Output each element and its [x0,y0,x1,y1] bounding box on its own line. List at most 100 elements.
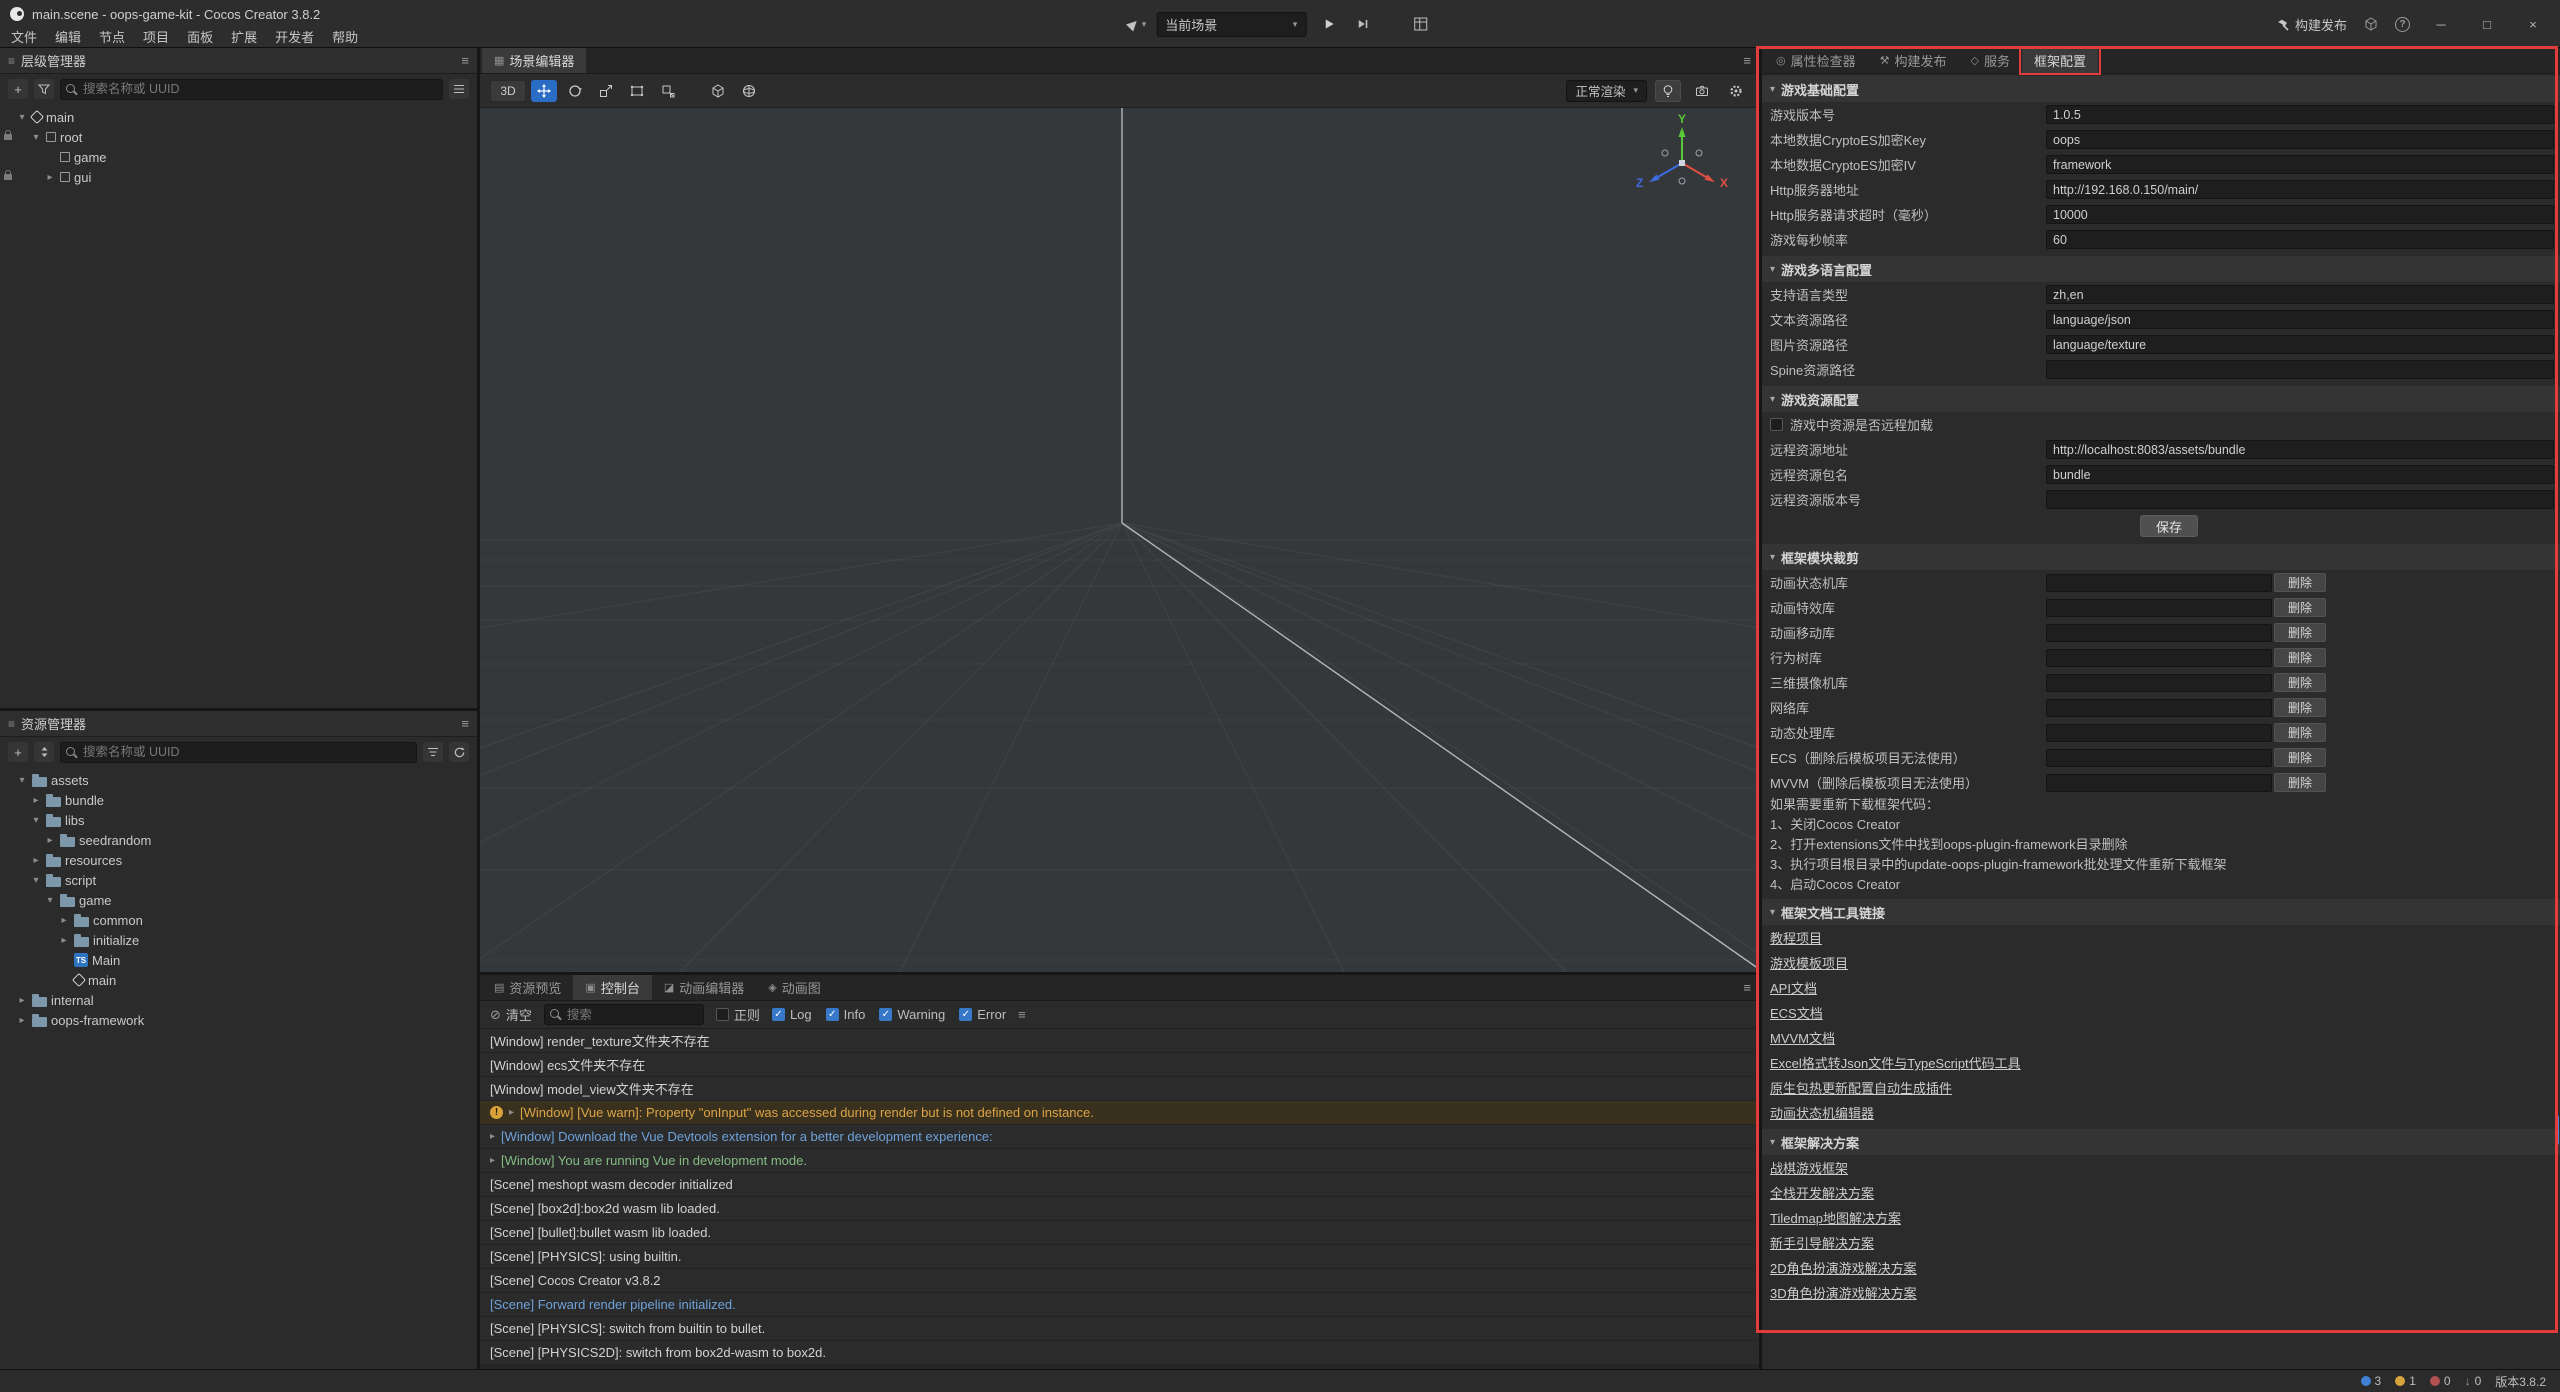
expand-icon[interactable]: ▸ [490,1131,495,1142]
tree-row[interactable]: ▸bundle [0,790,477,810]
menu-item[interactable]: 扩展 [222,25,266,47]
tab[interactable]: ◪动画编辑器 [652,975,756,1000]
log-row[interactable]: [Scene] Forward render pipeline initiali… [480,1293,1759,1317]
tree-row[interactable]: ▸initialize [0,930,477,950]
doc-link[interactable]: 原生包热更新配置自动生成插件 [1762,1075,2560,1100]
close-button[interactable]: × [2518,17,2548,32]
filter-list-icon[interactable] [423,742,443,762]
sort-icon[interactable] [34,742,54,762]
config-input[interactable]: language/json [2046,310,2554,329]
delete-button[interactable]: 删除 [2274,673,2326,692]
warning-count-badge[interactable]: 1 [2395,1374,2416,1388]
tree-row[interactable]: ▾assets [0,770,477,790]
doc-link[interactable]: 全栈开发解决方案 [1762,1180,2560,1205]
log-row[interactable]: [Window] ecs文件夹不存在 [480,1053,1759,1077]
log-row[interactable]: ▸[Window] You are running Vue in develop… [480,1149,1759,1173]
delete-button[interactable]: 删除 [2274,773,2326,792]
chevron-open-icon[interactable]: ▾ [16,775,28,786]
tree-row[interactable]: main [0,970,477,990]
refresh-icon[interactable] [449,742,469,762]
log-row[interactable]: ▸[Window] Download the Vue Devtools exte… [480,1125,1759,1149]
log-row[interactable]: ▸[Window] [Vue warn]: Property "onInput"… [480,1101,1759,1125]
tab[interactable]: ⚒构建发布 [1868,48,1959,73]
regex-toggle[interactable]: 正则 [716,1005,760,1024]
tab[interactable]: ◎属性检查器 [1764,48,1868,73]
log-filter-log[interactable]: ✓Log [772,1007,812,1022]
console-search-input[interactable] [567,1005,699,1024]
collapse-logs-icon[interactable]: ≡ [1018,1007,1026,1022]
log-row[interactable]: [Scene] Cocos Creator v3.8.2 [480,1269,1759,1293]
tree-row[interactable]: ▾script [0,870,477,890]
step-button[interactable] [1350,12,1374,36]
log-row[interactable]: [Scene] [PHYSICS2D]: switch from box2d-w… [480,1341,1759,1365]
doc-link[interactable]: MVVM文档 [1762,1025,2560,1050]
delete-button[interactable]: 删除 [2274,748,2326,767]
log-row[interactable]: [Window] render_texture文件夹不存在 [480,1029,1759,1053]
menu-item[interactable]: 项目 [134,25,178,47]
lighting-toggle-button[interactable] [1655,80,1681,102]
chevron-closed-icon[interactable]: ▸ [30,795,42,806]
tree-row[interactable]: ▸gui [0,167,477,187]
log-row[interactable]: [Scene] [PHYSICS]: switch from builtin t… [480,1317,1759,1341]
log-filter-error[interactable]: ✓Error [959,1007,1006,1022]
pivot-toggle-button[interactable] [705,80,731,102]
minimize-button[interactable]: ─ [2426,17,2456,32]
menu-item[interactable]: 开发者 [266,25,323,47]
tree-row[interactable]: ▸resources [0,850,477,870]
delete-button[interactable]: 删除 [2274,573,2326,592]
transform-tool-button[interactable] [655,80,681,102]
config-input[interactable]: 10000 [2046,205,2554,224]
chevron-closed-icon[interactable]: ▸ [58,935,70,946]
remote-load-checkbox[interactable] [1770,418,1783,431]
build-publish-button[interactable]: 构建发布 [2276,15,2347,34]
expand-icon[interactable]: ▸ [509,1107,514,1118]
doc-link[interactable]: Excel格式转Json文件与TypeScript代码工具 [1762,1050,2560,1075]
filter-icon[interactable] [34,79,54,99]
tab-scene-editor[interactable]: ▦ 场景编辑器 [482,48,586,73]
doc-link[interactable]: 战棋游戏框架 [1762,1155,2560,1180]
menu-item[interactable]: 文件 [2,25,46,47]
section-header[interactable]: ▾游戏资源配置 [1762,386,2560,412]
rect-tool-button[interactable] [624,80,650,102]
log-row[interactable]: [Scene] [PHYSICS]: using builtin. [480,1245,1759,1269]
save-button[interactable]: 保存 [2140,515,2198,537]
panel-menu-icon[interactable]: ≡ [1743,53,1751,68]
section-header[interactable]: ▾游戏多语言配置 [1762,256,2560,282]
package-icon[interactable] [2363,16,2379,32]
doc-link[interactable]: 动画状态机编辑器 [1762,1100,2560,1125]
launch-scene-select[interactable]: 当前场景 ▾ [1156,12,1306,37]
doc-link[interactable]: 游戏模板项目 [1762,950,2560,975]
log-row[interactable]: [Window] model_view文件夹不存在 [480,1077,1759,1101]
checkbox-icon[interactable]: ✓ [959,1008,972,1021]
assets-search-input[interactable] [83,743,412,762]
tab[interactable]: ◇服务 [1959,48,2022,73]
section-header[interactable]: ▾游戏基础配置 [1762,76,2560,102]
config-input[interactable] [2046,360,2554,379]
chevron-open-icon[interactable]: ▾ [30,815,42,826]
config-input[interactable]: framework [2046,155,2554,174]
doc-link[interactable]: 教程项目 [1762,925,2560,950]
create-asset-button[interactable]: + [8,742,28,762]
tree-row[interactable]: ▸seedrandom [0,830,477,850]
tab[interactable]: 框架配置 [2022,48,2098,73]
chevron-closed-icon[interactable]: ▸ [30,855,42,866]
hierarchy-search-input[interactable] [83,80,438,99]
tree-row[interactable]: ▸internal [0,990,477,1010]
section-header[interactable]: ▾框架解决方案 [1762,1129,2560,1155]
config-input[interactable]: http://192.168.0.150/main/ [2046,180,2554,199]
menu-item[interactable]: 面板 [178,25,222,47]
download-count-badge[interactable]: ↓ 0 [2465,1374,2482,1388]
maximize-button[interactable]: □ [2472,17,2502,32]
delete-button[interactable]: 删除 [2274,698,2326,717]
camera-settings-button[interactable] [1689,80,1715,102]
chevron-closed-icon[interactable]: ▸ [16,1015,28,1026]
config-input[interactable]: zh,en [2046,285,2554,304]
menu-item[interactable]: 帮助 [323,25,367,47]
checkbox-icon[interactable]: ✓ [826,1008,839,1021]
expand-icon[interactable]: ▸ [490,1155,495,1166]
tree-row[interactable]: ▸common [0,910,477,930]
rotate-tool-button[interactable] [562,80,588,102]
tree-row[interactable]: ▾main [0,107,477,127]
tab[interactable]: ◈动画图 [756,975,832,1000]
tree-row[interactable]: ▾game [0,890,477,910]
